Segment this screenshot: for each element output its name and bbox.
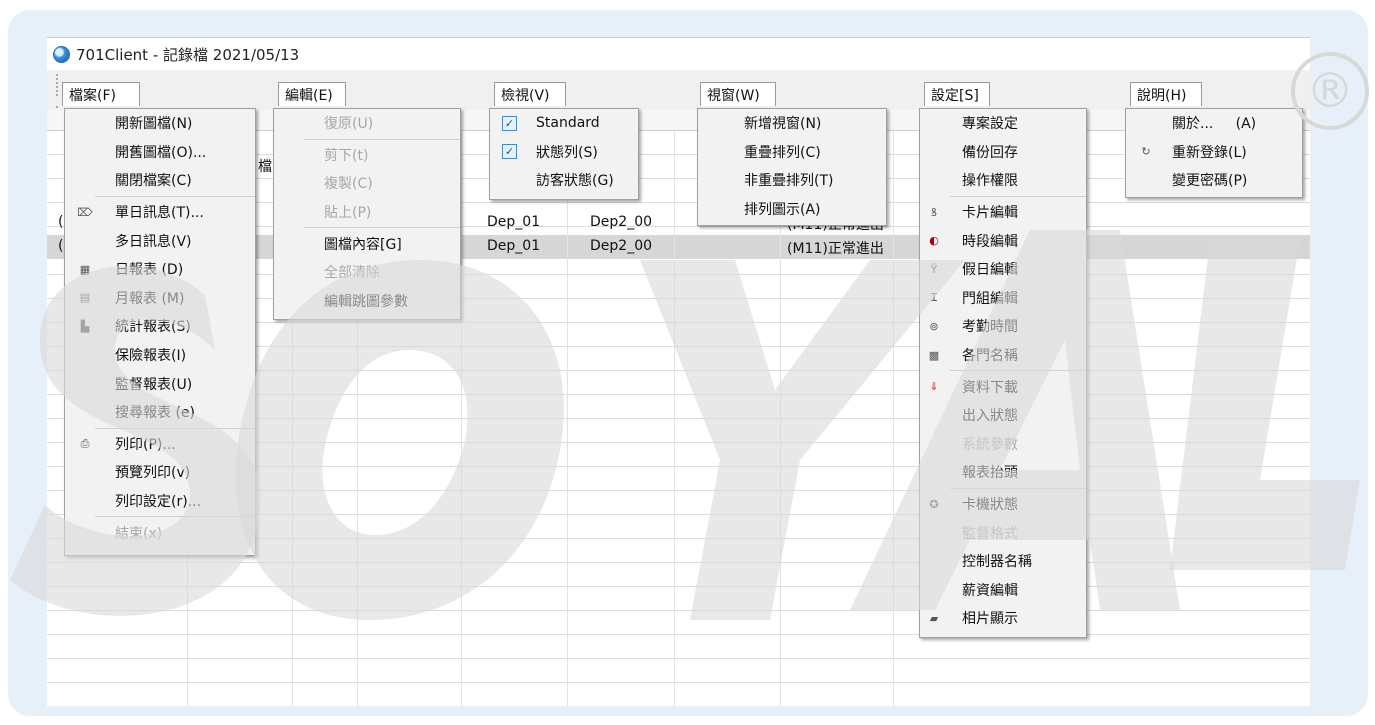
menu-item-card-edit[interactable]: ꝸ 卡片編輯	[920, 198, 1086, 227]
table-cell-dep1[interactable]: Dep_01	[487, 238, 540, 254]
menu-item-insurance-report[interactable]: 保險報表(I)	[65, 341, 255, 370]
window-dropdown: 新增視窗(N) 重疊排列(C) 非重疊排列(T) 排列圖示(A)	[697, 108, 887, 226]
menu-item-standard[interactable]: ✓ Standard	[490, 109, 638, 138]
menu-item-supervision-format[interactable]: 監督格式	[920, 518, 1086, 547]
edit-dropdown: 復原(U) 剪下(t) 複製(C) 貼上(P) 圖檔內容[G] 全部清除 編輯跳…	[273, 108, 461, 320]
menu-separator	[304, 227, 460, 229]
door-name-icon: ▩	[928, 348, 940, 362]
photo-icon: ▰	[929, 611, 939, 625]
app-icon	[53, 45, 70, 63]
menu-item-visitor-status[interactable]: 訪客狀態(G)	[490, 166, 638, 195]
relogin-icon: ↻	[1141, 145, 1151, 159]
menu-item-door-names[interactable]: ▩ 各門名稱	[920, 341, 1086, 370]
menu-item-permissions[interactable]: 操作權限	[920, 166, 1086, 195]
menu-item-backup-restore[interactable]: 備份回存	[920, 138, 1086, 167]
attendance-icon: ⊚	[929, 319, 939, 333]
table-cell-dep1[interactable]: Dep_01	[487, 214, 540, 230]
table-row-partial: (	[58, 214, 64, 230]
menu-item-daily-message[interactable]: ⌦ 單日訊息(T)...	[65, 198, 255, 227]
menu-item-daily-report[interactable]: ▦ 日報表 (D)	[65, 255, 255, 284]
view-dropdown: ✓ Standard ✓ 狀態列(S) 訪客狀態(G)	[489, 108, 639, 200]
holiday-icon: Ÿ	[930, 262, 938, 276]
menu-separator	[304, 138, 460, 140]
download-icon: ⇓	[929, 380, 939, 394]
menu-separator	[950, 370, 1086, 372]
menu-item-map-properties[interactable]: 圖檔內容[G]	[274, 229, 460, 258]
menu-item-controller-name[interactable]: 控制器名稱	[920, 547, 1086, 576]
door-group-icon: Ɪ	[930, 291, 938, 305]
menu-separator	[950, 195, 1086, 197]
menu-item-time-zone[interactable]: ◐ 時段編輯	[920, 226, 1086, 255]
menu-item-open[interactable]: 開舊圖檔(O)...	[65, 138, 255, 167]
table-cell-event[interactable]: (M11)正常進出	[787, 238, 884, 258]
menu-item-status-bar[interactable]: ✓ 狀態列(S)	[490, 138, 638, 167]
help-dropdown: 關於... (A) ↻ 重新登錄(L) 變更密碼(P)	[1125, 108, 1303, 198]
menu-item-about[interactable]: 關於... (A)	[1126, 109, 1302, 138]
title-bar: 701Client - 記錄檔 2021/05/13	[47, 38, 1310, 70]
card-edit-icon: ꝸ	[931, 205, 937, 219]
window-title: 701Client - 記錄檔 2021/05/13	[76, 45, 300, 64]
menu-item-arrange-icons[interactable]: 排列圖示(A)	[698, 195, 886, 224]
menu-item-paste[interactable]: 貼上(P)	[274, 198, 460, 227]
table-row-partial: (	[58, 238, 64, 254]
menu-separator	[95, 427, 255, 429]
menu-window[interactable]: 視窗(W)	[700, 82, 776, 106]
daily-message-icon: ⌦	[77, 205, 93, 219]
monthly-report-icon: ▤	[79, 291, 91, 305]
table-cell-dep2[interactable]: Dep2_00	[590, 238, 652, 254]
menu-separator	[95, 195, 255, 197]
menu-item-reader-status[interactable]: ✪ 卡機狀態	[920, 490, 1086, 519]
menu-item-access-status[interactable]: 出入狀態	[920, 401, 1086, 430]
menu-item-door-group[interactable]: Ɪ 門組編輯	[920, 284, 1086, 313]
table-cell-dep2[interactable]: Dep2_00	[590, 214, 652, 230]
menu-item-clear-all[interactable]: 全部清除	[274, 258, 460, 287]
reader-status-icon: ✪	[929, 497, 939, 511]
printer-icon: ⎙	[80, 436, 90, 450]
menu-file[interactable]: 檔案(F)	[62, 82, 140, 106]
menu-item-exit[interactable]: 結束(x)	[65, 518, 255, 547]
menu-item-new[interactable]: 開新圖檔(N)	[65, 109, 255, 138]
menu-item-print[interactable]: ⎙ 列印(P)...	[65, 430, 255, 459]
menu-item-print-setup[interactable]: 列印設定(r)...	[65, 487, 255, 516]
menu-item-change-password[interactable]: 變更密碼(P)	[1126, 166, 1302, 195]
menu-item-relogin[interactable]: ↻ 重新登錄(L)	[1126, 138, 1302, 167]
daily-report-icon: ▦	[79, 262, 91, 276]
menubar-grip[interactable]	[56, 74, 61, 96]
menu-settings[interactable]: 設定[S]	[924, 82, 990, 106]
check-icon: ✓	[502, 144, 517, 160]
menu-item-report-header[interactable]: 報表抬頭	[920, 458, 1086, 487]
settings-dropdown: 專案設定 備份回存 操作權限 ꝸ 卡片編輯 ◐ 時段編輯 Ÿ 假日編輯 Ɪ 門組編輯 ⊚…	[919, 108, 1087, 638]
menu-item-tile[interactable]: 非重疊排列(T)	[698, 166, 886, 195]
menu-item-project-settings[interactable]: 專案設定	[920, 109, 1086, 138]
menu-item-monthly-report[interactable]: ▤ 月報表 (M)	[65, 284, 255, 313]
menu-item-cut[interactable]: 剪下(t)	[274, 141, 460, 170]
menu-separator	[95, 516, 255, 518]
file-dropdown: 開新圖檔(N) 開舊圖檔(O)... 關閉檔案(C) ⌦ 單日訊息(T)... 多…	[64, 108, 256, 556]
menu-item-new-window[interactable]: 新增視窗(N)	[698, 109, 886, 138]
menu-item-close[interactable]: 關閉檔案(C)	[65, 166, 255, 195]
menu-item-jump-params[interactable]: 編輯跳圖參數	[274, 287, 460, 316]
menu-item-statistics-report[interactable]: ▙ 統計報表(S)	[65, 312, 255, 341]
menu-view[interactable]: 檢視(V)	[494, 82, 566, 106]
menu-item-system-params[interactable]: 系統參數	[920, 430, 1086, 459]
menu-item-salary-edit[interactable]: 薪資編輯	[920, 576, 1086, 605]
menu-item-undo[interactable]: 復原(U)	[274, 109, 460, 138]
menu-separator	[950, 487, 1086, 489]
menu-edit[interactable]: 編輯(E)	[278, 82, 346, 106]
statistics-report-icon: ▙	[80, 319, 90, 333]
menu-help[interactable]: 說明(H)	[1130, 82, 1202, 106]
menu-item-attendance[interactable]: ⊚ 考勤時間	[920, 312, 1086, 341]
menu-item-holiday[interactable]: Ÿ 假日編輯	[920, 255, 1086, 284]
time-zone-icon: ◐	[929, 234, 939, 248]
menu-item-copy[interactable]: 複製(C)	[274, 169, 460, 198]
check-icon: ✓	[502, 115, 517, 131]
menu-item-print-preview[interactable]: 預覽列印(v)	[65, 458, 255, 487]
menu-item-supervision-report[interactable]: 監督報表(U)	[65, 369, 255, 398]
menu-item-data-download[interactable]: ⇓ 資料下載	[920, 372, 1086, 401]
menu-item-cascade[interactable]: 重疊排列(C)	[698, 138, 886, 167]
menu-item-photo-display[interactable]: ▰ 相片顯示	[920, 604, 1086, 633]
menu-item-multi-day-message[interactable]: 多日訊息(V)	[65, 226, 255, 255]
menu-item-search-report[interactable]: 搜尋報表 (e)	[65, 398, 255, 427]
